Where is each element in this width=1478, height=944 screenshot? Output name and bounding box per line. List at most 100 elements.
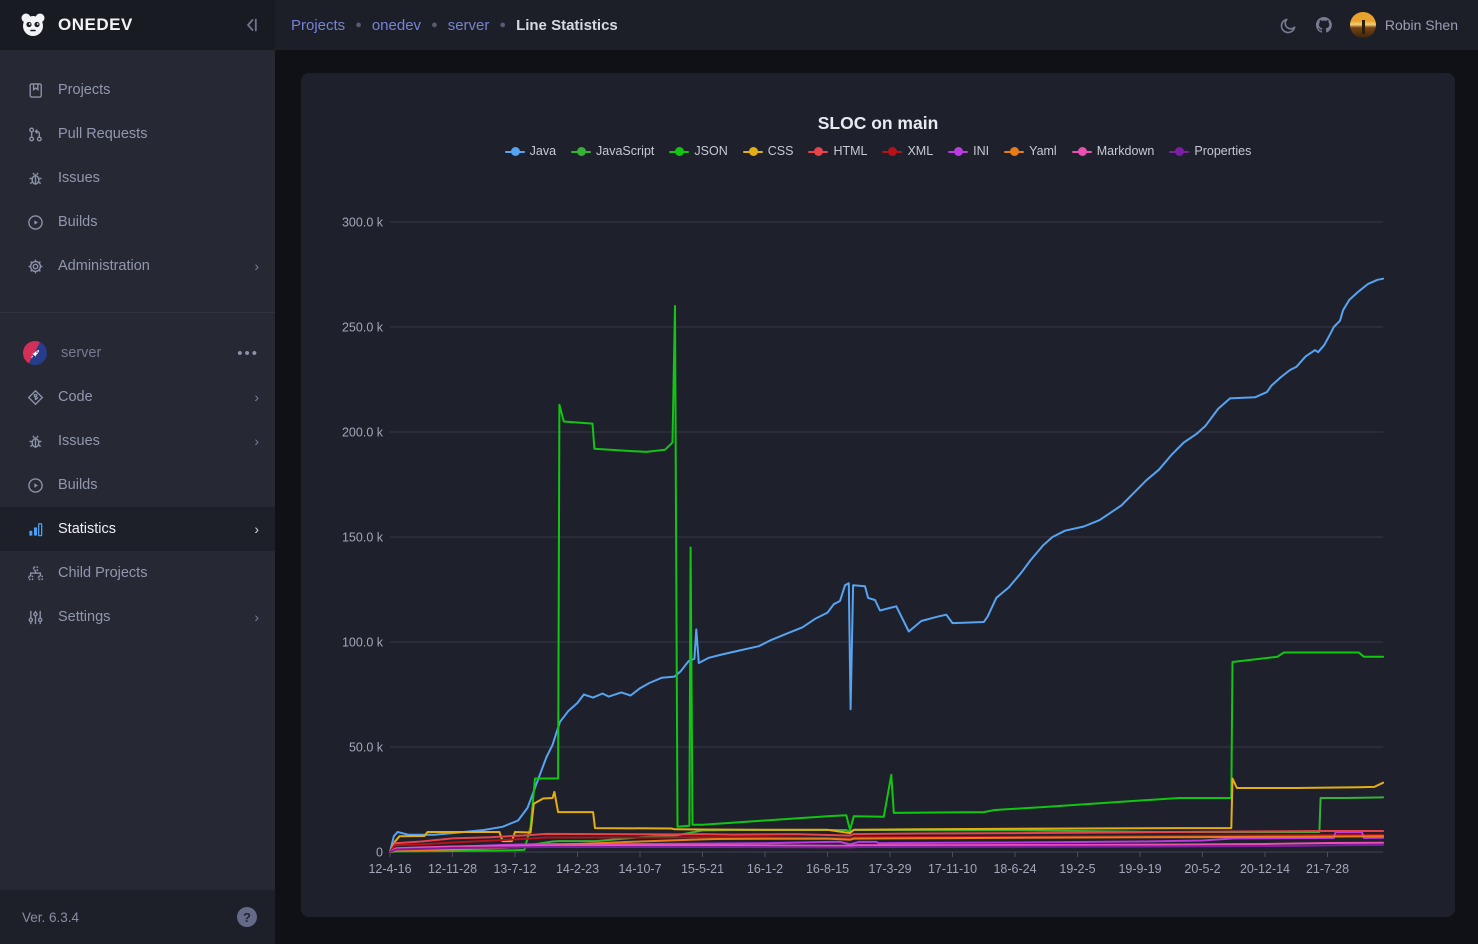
- legend-label: INI: [973, 144, 989, 158]
- legend-label: Java: [530, 144, 556, 158]
- play-circle-icon: [27, 214, 44, 231]
- legend-item-java[interactable]: Java: [505, 144, 556, 158]
- legend-item-ini[interactable]: INI: [948, 144, 989, 158]
- sidebar-item-label: Pull Requests: [58, 126, 259, 142]
- legend-item-yaml[interactable]: Yaml: [1004, 144, 1057, 158]
- series-line-css[interactable]: [390, 779, 1383, 853]
- legend-marker-icon: [948, 147, 968, 156]
- legend-marker-icon: [808, 147, 828, 156]
- sidebar-project-server[interactable]: server •••: [0, 331, 275, 375]
- sidebar: ONEDEV Projects: [0, 0, 275, 944]
- x-axis-tick-label: 14-10-7: [618, 862, 661, 876]
- legend-label: Yaml: [1029, 144, 1057, 158]
- y-axis-tick-label: 250.0 k: [342, 321, 384, 335]
- sidebar-item-administration[interactable]: Administration ›: [0, 244, 275, 288]
- sidebar-collapse-button[interactable]: [243, 16, 261, 34]
- global-nav-section: Projects Pull Requests Issues: [0, 50, 275, 313]
- sidebar-item-child-projects[interactable]: Child Projects: [0, 551, 275, 595]
- bug-icon: [27, 170, 44, 187]
- legend-item-properties[interactable]: Properties: [1169, 144, 1251, 158]
- sidebar-item-builds[interactable]: Builds: [0, 200, 275, 244]
- series-line-java[interactable]: [390, 279, 1383, 852]
- main-content: 300.0 k250.0 k200.0 k150.0 k100.0 k50.0 …: [275, 50, 1478, 944]
- sidebar-item-label: Projects: [58, 82, 259, 98]
- breadcrumb-separator: ●: [431, 19, 438, 31]
- legend-item-json[interactable]: JSON: [669, 144, 727, 158]
- legend-label: XML: [907, 144, 933, 158]
- legend-item-javascript[interactable]: JavaScript: [571, 144, 654, 158]
- legend-item-css[interactable]: CSS: [743, 144, 794, 158]
- sloc-line-chart[interactable]: 300.0 k250.0 k200.0 k150.0 k100.0 k50.0 …: [301, 73, 1455, 917]
- x-axis-tick-label: 20-5-2: [1184, 862, 1220, 876]
- sidebar-item-projects[interactable]: Projects: [0, 68, 275, 112]
- sidebar-item-project-issues[interactable]: Issues ›: [0, 419, 275, 463]
- sidebar-item-statistics[interactable]: Statistics ›: [0, 507, 275, 551]
- sidebar-item-label: Issues: [58, 433, 254, 449]
- github-icon[interactable]: [1314, 15, 1334, 35]
- x-axis-tick-label: 21-7-28: [1306, 862, 1349, 876]
- legend-item-html[interactable]: HTML: [808, 144, 867, 158]
- legend-item-markdown[interactable]: Markdown: [1072, 144, 1155, 158]
- chevron-right-icon: ›: [254, 433, 259, 449]
- legend-label: JavaScript: [596, 144, 654, 158]
- series-line-html[interactable]: [390, 831, 1383, 852]
- x-axis-tick-label: 14-2-23: [556, 862, 599, 876]
- sidebar-item-pull-requests[interactable]: Pull Requests: [0, 112, 275, 156]
- x-axis-tick-label: 12-4-16: [368, 862, 411, 876]
- chevron-right-icon: ›: [254, 389, 259, 405]
- breadcrumb-onedev[interactable]: onedev: [372, 17, 421, 34]
- sidebar-item-label: Administration: [58, 258, 254, 274]
- onedev-panda-logo-icon: [18, 11, 48, 39]
- app-window: ONEDEV Projects: [0, 0, 1478, 944]
- user-name: Robin Shen: [1385, 17, 1458, 33]
- legend-item-xml[interactable]: XML: [882, 144, 933, 158]
- x-axis-tick-label: 19-9-19: [1118, 862, 1161, 876]
- sidebar-item-code[interactable]: Code ›: [0, 375, 275, 419]
- help-icon[interactable]: ?: [237, 907, 257, 927]
- user-menu[interactable]: Robin Shen: [1350, 12, 1458, 38]
- series-line-json[interactable]: [390, 306, 1383, 852]
- breadcrumb: Projects ● onedev ● server ● Line Statis…: [291, 17, 618, 34]
- legend-marker-icon: [505, 147, 525, 156]
- breadcrumb-server[interactable]: server: [448, 17, 490, 34]
- pull-request-icon: [27, 126, 44, 143]
- chevron-right-icon: ›: [254, 609, 259, 625]
- sidebar-item-label: Statistics: [58, 521, 254, 537]
- breadcrumb-current-page: Line Statistics: [516, 17, 618, 34]
- sidebar-item-label: Child Projects: [58, 565, 259, 581]
- book-icon: [27, 82, 44, 99]
- legend-marker-icon: [571, 147, 591, 156]
- legend-label: CSS: [768, 144, 794, 158]
- chart-legend: Java JavaScript JSON CSS HTML XML INI Yaml Markd…: [301, 144, 1455, 158]
- legend-label: Markdown: [1097, 144, 1155, 158]
- legend-marker-icon: [882, 147, 902, 156]
- project-nav-section: server ••• Code › Issues ›: [0, 313, 275, 653]
- x-axis-tick-label: 15-5-21: [681, 862, 724, 876]
- legend-marker-icon: [743, 147, 763, 156]
- x-axis-tick-label: 20-12-14: [1240, 862, 1290, 876]
- dark-mode-moon-icon[interactable]: [1279, 16, 1298, 35]
- y-axis-tick-label: 100.0 k: [342, 636, 384, 650]
- y-axis-tick-label: 150.0 k: [342, 531, 384, 545]
- chart-card: 300.0 k250.0 k200.0 k150.0 k100.0 k50.0 …: [301, 73, 1455, 917]
- sidebar-item-label: Issues: [58, 170, 259, 186]
- x-axis-tick-label: 17-3-29: [868, 862, 911, 876]
- sidebar-item-issues[interactable]: Issues: [0, 156, 275, 200]
- x-axis-tick-label: 16-8-15: [806, 862, 849, 876]
- x-axis-tick-label: 12-11-28: [428, 862, 477, 876]
- gear-icon: [27, 258, 44, 275]
- bug-icon: [27, 433, 44, 450]
- sidebar-item-settings[interactable]: Settings ›: [0, 595, 275, 639]
- legend-label: Properties: [1194, 144, 1251, 158]
- sidebar-item-label: Builds: [58, 477, 259, 493]
- y-axis-tick-label: 0: [376, 846, 383, 860]
- chevron-right-icon: ›: [254, 258, 259, 274]
- y-axis-tick-label: 50.0 k: [349, 741, 384, 755]
- project-menu-ellipsis-icon[interactable]: •••: [237, 345, 259, 362]
- chart-title: SLOC on main: [301, 113, 1455, 134]
- legend-label: JSON: [694, 144, 727, 158]
- sidebar-item-project-builds[interactable]: Builds: [0, 463, 275, 507]
- breadcrumb-projects[interactable]: Projects: [291, 17, 345, 34]
- breadcrumb-separator: ●: [355, 19, 362, 31]
- x-axis-tick-label: 19-2-5: [1059, 862, 1095, 876]
